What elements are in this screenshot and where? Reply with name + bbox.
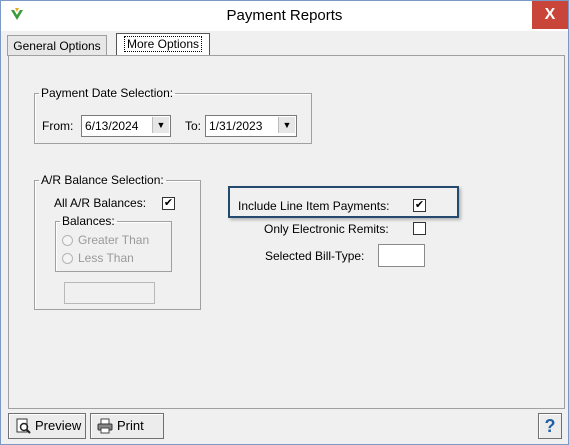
chevron-down-icon[interactable]: ▼ [278, 117, 295, 133]
preview-icon [16, 418, 31, 434]
to-date-value: 1/31/2023 [209, 119, 263, 133]
to-date-combo[interactable]: 1/31/2023 ▼ [205, 115, 297, 137]
printer-icon [97, 418, 113, 434]
selected-bill-type-input[interactable] [378, 244, 425, 267]
only-electronic-checkbox[interactable] [413, 222, 426, 235]
from-label: From: [42, 119, 74, 133]
tab-more-options[interactable]: More Options [116, 33, 210, 56]
close-button[interactable]: X [532, 1, 568, 29]
print-label: Print [117, 418, 144, 433]
window-title: Payment Reports [226, 7, 343, 24]
more-options-panel: Payment Date Selection: From: 6/13/2024 … [8, 55, 565, 409]
payment-date-legend: Payment Date Selection: [41, 86, 174, 100]
greater-than-radio[interactable] [62, 235, 73, 246]
balances-legend: Balances: [62, 214, 115, 228]
bottom-toolbar: Preview Print ? [8, 411, 563, 439]
highlight-box [228, 186, 459, 218]
less-than-label: Less Than [78, 251, 134, 265]
ar-balance-legend: A/R Balance Selection: [41, 173, 164, 187]
balance-amount-input[interactable] [64, 282, 155, 304]
preview-label: Preview [35, 418, 82, 433]
all-ar-balances-checkbox[interactable]: ✔ [162, 197, 175, 210]
only-electronic-label: Only Electronic Remits: [264, 222, 389, 236]
tab-strip: General Options More Options [7, 33, 565, 56]
payment-reports-window: Payment Reports X General Options More O… [0, 0, 569, 445]
from-date-combo[interactable]: 6/13/2024 ▼ [81, 115, 171, 137]
preview-button[interactable]: Preview [8, 413, 86, 439]
to-label: To: [185, 119, 202, 133]
less-than-radio[interactable] [62, 253, 73, 264]
tab-general-options[interactable]: General Options [7, 35, 107, 56]
selected-bill-type-label: Selected Bill-Type: [265, 249, 365, 263]
title-bar: Payment Reports X [1, 1, 568, 31]
tab-more-options-label: More Options [123, 36, 203, 52]
help-button[interactable]: ? [538, 413, 562, 439]
chevron-down-icon[interactable]: ▼ [152, 117, 169, 133]
print-button[interactable]: Print [90, 413, 164, 439]
greater-than-label: Greater Than [78, 233, 150, 247]
from-date-value: 6/13/2024 [85, 119, 139, 133]
all-ar-balances-label: All A/R Balances: [54, 196, 147, 210]
help-icon: ? [544, 416, 556, 436]
